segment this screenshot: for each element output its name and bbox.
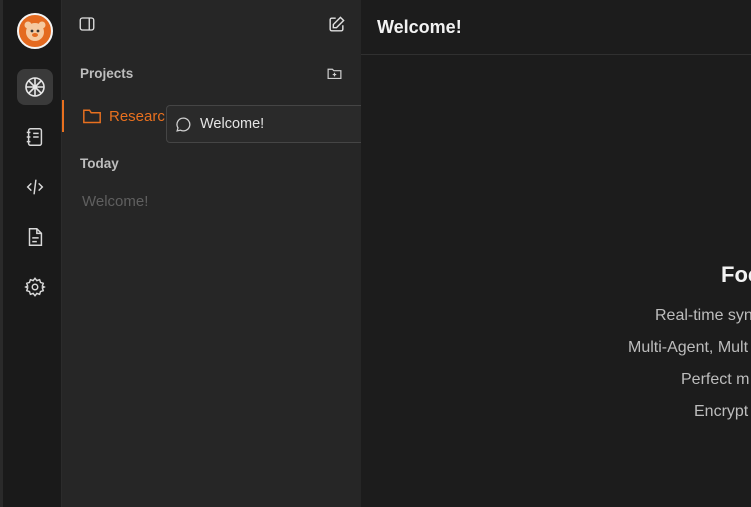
tooltip-text: Welcome! (200, 116, 265, 132)
settings-icon (24, 277, 46, 297)
rail-settings-button[interactable] (17, 269, 53, 305)
main-content: Welcome! Foc Real-time syn Multi-Agent, … (361, 0, 751, 507)
main-header: Welcome! (361, 0, 751, 55)
panel-toggle-icon (79, 17, 95, 31)
feature-line: Encrypt (694, 403, 749, 420)
active-indicator (62, 100, 64, 132)
ai-brain-icon (25, 77, 45, 97)
rail-code-button[interactable] (17, 169, 53, 205)
page-title: Welcome! (377, 17, 462, 37)
today-label: Today (80, 156, 119, 171)
chat-list-item[interactable]: Welcome! (82, 193, 148, 210)
toggle-sidebar-button[interactable] (73, 10, 101, 38)
notebook-icon (26, 128, 43, 146)
hero-title: Foc (721, 262, 751, 287)
project-name: Researc (109, 108, 165, 125)
code-pen-icon (26, 179, 44, 195)
feature-line: Real-time syn (655, 307, 751, 324)
new-chat-button[interactable] (322, 10, 350, 38)
icon-rail (0, 0, 62, 507)
rail-notebook-button[interactable] (17, 119, 53, 155)
chat-bubble-icon (176, 116, 191, 132)
folder-icon (83, 109, 101, 124)
feature-line: Multi-Agent, Mult (628, 339, 749, 356)
new-project-button[interactable] (320, 59, 348, 87)
app-avatar-icon[interactable] (17, 13, 53, 49)
projects-label: Projects (80, 66, 134, 81)
rail-ai-button[interactable] (17, 69, 53, 105)
rail-document-button[interactable] (17, 219, 53, 255)
new-folder-icon (327, 68, 341, 79)
document-icon (28, 228, 43, 246)
sidebar-panel: Projects Researc Today Welcome! (62, 0, 361, 507)
new-chat-icon (328, 15, 345, 32)
feature-line: Perfect m (681, 371, 750, 388)
